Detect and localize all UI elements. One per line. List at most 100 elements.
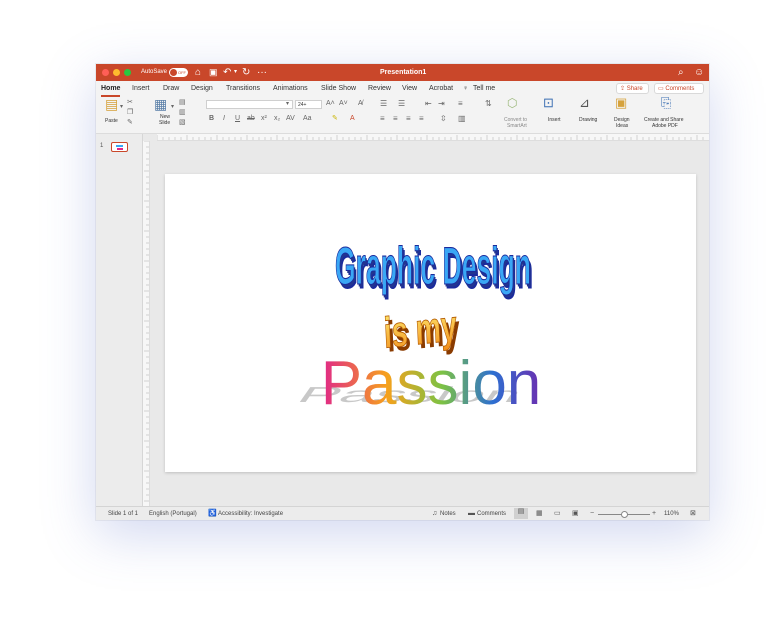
slide-1[interactable]: Graphic Design Graphic Design Graphic De… [165,174,696,472]
new-slide-icon[interactable]: ▦ [154,97,167,111]
minimize-window-button[interactable] [113,69,120,76]
increase-font-icon[interactable]: A˄ [326,99,335,109]
new-slide-dropdown-icon[interactable]: ▾ [171,102,174,112]
text-direction-icon[interactable]: ⇅ [485,99,492,109]
fit-slide-icon[interactable]: ⊠ [690,510,696,518]
font-name-field[interactable] [206,100,293,109]
decrease-font-icon[interactable]: A˅ [339,99,348,109]
align-center-icon[interactable]: ≡ [393,114,398,124]
slide-thumbnail[interactable] [111,142,128,152]
highlight-icon[interactable]: ✎ [332,114,338,124]
accessibility-status[interactable]: Accessibility: Investigate [218,510,283,518]
section-icon[interactable]: ▧ [179,118,186,128]
paste-dropdown-icon[interactable]: ▾ [120,102,123,112]
autosave-toggle[interactable]: OFF [169,68,188,77]
numbering-icon[interactable]: ☰ [398,99,405,109]
redo-icon[interactable]: ↻ [242,65,250,80]
change-case-icon[interactable]: Aa [303,114,312,124]
line-spacing-icon[interactable]: ≡ [458,99,463,109]
tab-insert[interactable]: Insert [132,84,150,94]
tell-me-search[interactable]: Tell me [473,84,495,94]
character-spacing-icon[interactable]: AV [286,114,295,124]
design-ideas-icon[interactable]: ▣ [615,96,627,109]
align-left-icon[interactable]: ≡ [380,114,385,124]
comments-button[interactable]: ▭ Comments [654,83,704,94]
create-share-label-2: Adobe PDF [652,123,678,129]
notes-icon: ♫ [432,510,438,517]
cut-icon[interactable]: ✂ [127,98,133,108]
graphic-design-text: Graphic Design [335,236,531,295]
zoom-out-icon[interactable]: − [590,510,594,518]
smartart-icon[interactable]: ⬡ [507,97,517,109]
slide-count: Slide 1 of 1 [108,511,139,517]
drawing-label: Drawing [579,117,598,123]
slide-sorter-icon[interactable]: ▦ [536,510,543,518]
tab-view[interactable]: View [402,84,417,94]
align-right-icon[interactable]: ≡ [406,114,411,124]
close-window-button[interactable] [102,69,109,76]
copy-icon[interactable]: ❐ [127,108,133,118]
convert-smartart-label-2: SmartArt [507,123,527,129]
zoom-slider[interactable] [598,511,650,518]
undo-dropdown-icon[interactable]: ▾ [234,65,237,80]
zoom-window-button[interactable] [124,69,131,76]
tab-animations[interactable]: Animations [273,84,308,94]
font-name-dropdown-icon[interactable]: ▾ [286,99,289,109]
reading-view-icon[interactable]: ▭ [554,510,561,518]
zoom-slider-thumb[interactable] [621,511,628,518]
slide-number: 1 [100,143,104,149]
strikethrough-icon[interactable]: ab [247,114,255,124]
superscript-icon[interactable]: x² [261,114,267,124]
language-indicator[interactable]: English (Portugal) [149,510,197,518]
insert-shapes-icon[interactable]: ⊡ [543,96,554,109]
tab-design[interactable]: Design [191,84,213,94]
presenter-view-icon[interactable]: ▣ [572,510,579,518]
decrease-indent-icon[interactable]: ⇤ [425,99,432,109]
italic-icon[interactable]: I [223,114,225,124]
tab-slide-show[interactable]: Slide Show [321,84,356,94]
justify-icon[interactable]: ≡ [419,114,424,124]
save-icon[interactable]: ▣ [209,65,218,80]
format-painter-icon[interactable]: ✎ [127,118,133,128]
more-icon[interactable]: ··· [257,65,267,80]
increase-indent-icon[interactable]: ⇥ [438,99,445,109]
horizontal-ruler-ticks [157,135,704,140]
wordart-graphic[interactable]: Graphic Design Graphic Design Graphic De… [165,174,696,472]
passion-text: Passion [321,349,542,418]
columns-icon[interactable]: ▥ [458,114,466,124]
home-icon[interactable]: ⌂ [195,65,201,80]
search-icon[interactable]: ⌕ [678,65,684,80]
drawing-icon[interactable]: ⊿ [579,96,590,109]
normal-view-icon[interactable]: ▤ [514,508,528,519]
clear-formatting-icon[interactable]: A̸ [358,99,363,109]
account-icon[interactable]: ☺ [694,65,704,80]
paste-icon[interactable]: ▤ [105,97,118,111]
share-button[interactable]: ⇪ Share [616,83,649,94]
thumbnail-preview-graphic [116,145,123,147]
tab-transitions[interactable]: Transitions [226,84,260,94]
undo-icon[interactable]: ↶ [223,65,231,80]
lightbulb-icon: ♀ [463,85,469,92]
align-text-icon[interactable]: ⇳ [440,114,447,124]
font-size-field[interactable]: 24+ [295,100,322,109]
reset-icon[interactable]: ▥ [179,108,186,118]
design-ideas-label-2: Ideas [616,123,629,129]
adobe-pdf-icon[interactable]: ⎘ [661,96,671,109]
document-title: Presentation1 [380,69,427,76]
layout-icon[interactable]: ▤ [179,98,186,108]
tab-review[interactable]: Review [368,84,391,94]
zoom-level[interactable]: 110% [664,510,679,518]
powerpoint-window: AutoSave OFF ⌂ ▣ ↶ ▾ ↻ ··· Presentation1… [96,64,709,520]
tab-draw[interactable]: Draw [163,84,179,94]
bold-icon[interactable]: B [209,114,214,124]
tab-home[interactable]: Home [101,84,120,94]
bullets-icon[interactable]: ☰ [380,99,387,109]
comments-status-button[interactable]: Comments [477,510,506,518]
font-color-icon[interactable]: A [350,114,355,124]
tab-acrobat[interactable]: Acrobat [429,84,453,94]
notes-button[interactable]: Notes [440,510,456,518]
zoom-in-icon[interactable]: + [652,510,656,518]
subscript-icon[interactable]: x₂ [274,114,280,124]
accessibility-icon: ♿ [208,510,217,517]
underline-icon[interactable]: U [235,114,240,124]
